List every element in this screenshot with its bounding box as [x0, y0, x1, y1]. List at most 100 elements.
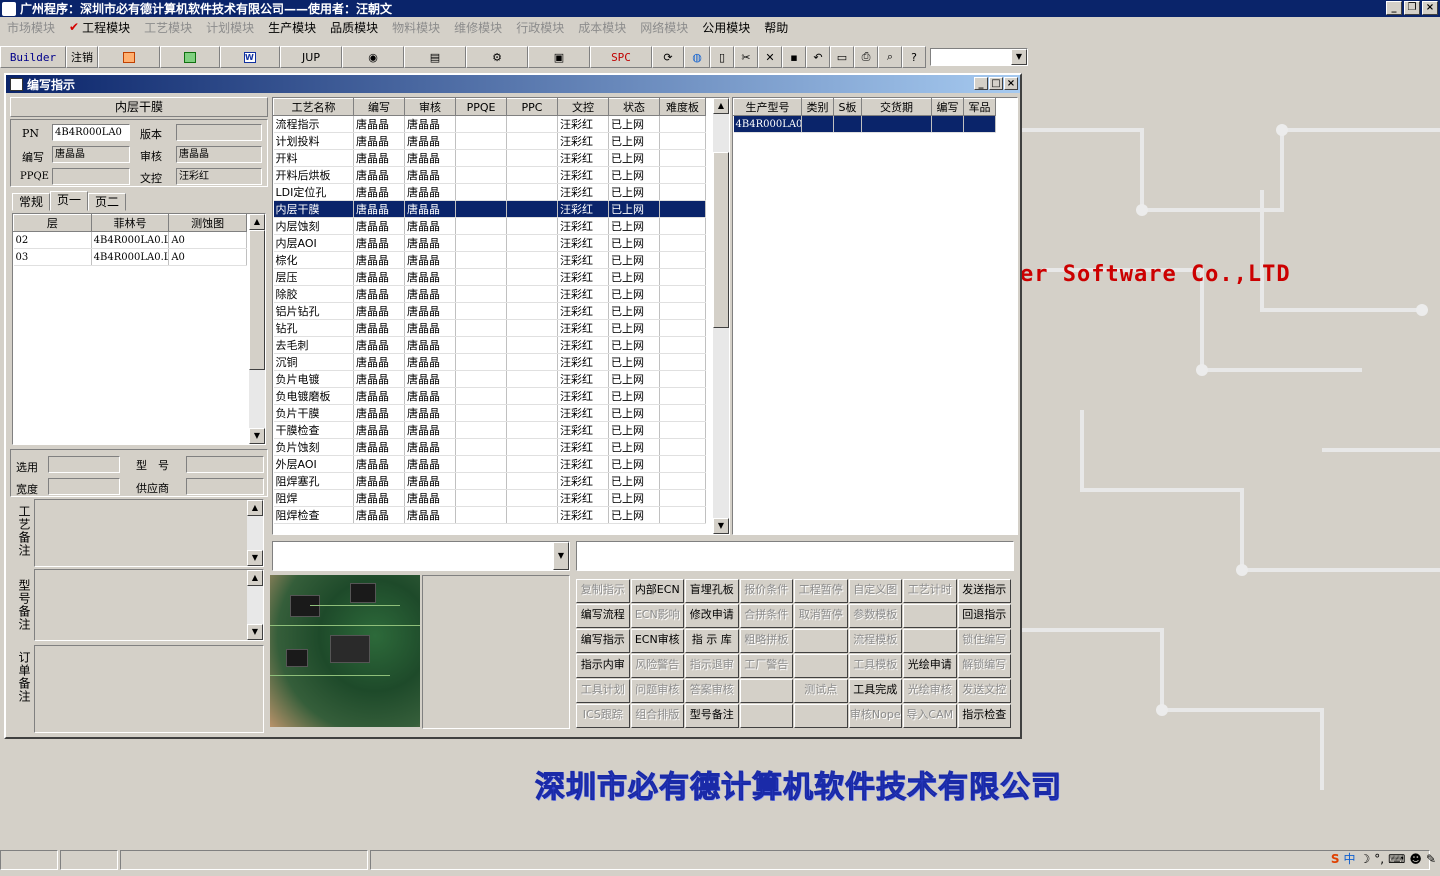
action-button[interactable]: 报价条件 [739, 579, 793, 603]
menu-item[interactable]: 行政模块 [516, 19, 564, 36]
action-button[interactable]: 自定义图 [848, 579, 902, 603]
refresh-icon[interactable]: ⟳ [652, 46, 684, 68]
spc-button[interactable]: SPC [590, 46, 652, 68]
action-button[interactable]: ECN审核 [630, 629, 684, 653]
child-maximize-button[interactable]: □ [989, 77, 1003, 90]
action-button[interactable]: 工艺计时 [903, 579, 957, 603]
action-button[interactable]: 编写指示 [576, 629, 630, 653]
action-button[interactable]: 发送文控 [957, 679, 1011, 703]
table-row[interactable]: 负片蚀刻 唐晶晶 唐晶晶 汪彩红 已上网 [273, 438, 706, 456]
supplier-field[interactable] [186, 478, 264, 495]
column-header[interactable]: 测蚀图 [168, 214, 247, 232]
column-header[interactable]: PPQE [455, 98, 507, 116]
child-close-button[interactable]: × [1004, 77, 1018, 90]
action-button[interactable]: 问题审核 [630, 679, 684, 703]
order-remark-field[interactable] [34, 645, 264, 733]
action-button[interactable]: 光绘审核 [903, 679, 957, 703]
menu-item[interactable]: 维修模块 [454, 19, 502, 36]
chevron-down-icon[interactable]: ▼ [553, 542, 569, 570]
new-doc-icon[interactable]: ▯ [710, 46, 734, 68]
action-button[interactable]: 复制指示 [576, 579, 630, 603]
layer-scrollbar[interactable]: ▲ ▼ [249, 214, 265, 444]
column-header[interactable]: 难度板 [659, 98, 706, 116]
action-button[interactable]: 修改申请 [685, 604, 739, 628]
action-button[interactable]: 工具完成 [848, 679, 902, 703]
action-button[interactable]: 粗略拼板 [739, 629, 793, 653]
menu-item[interactable]: 计划模块 [206, 19, 254, 36]
action-button[interactable]: 指示退审 [685, 654, 739, 678]
scroll-down-icon[interactable]: ▼ [247, 624, 263, 640]
network-icon[interactable]: ⚙ [466, 46, 528, 68]
action-button[interactable]: 编写流程 [576, 604, 630, 628]
save-icon[interactable]: ▪ [782, 46, 806, 68]
select-field[interactable] [48, 456, 120, 473]
version-field[interactable] [176, 124, 262, 141]
action-button[interactable]: 工具计划 [576, 679, 630, 703]
table-row[interactable]: 开料后烘板 唐晶晶 唐晶晶 汪彩红 已上网 [273, 166, 706, 184]
model-field[interactable] [186, 456, 264, 473]
action-button[interactable] [794, 629, 848, 653]
action-button[interactable]: 工程暂停 [794, 579, 848, 603]
action-button[interactable]: 取消暂停 [794, 604, 848, 628]
keyboard-icon[interactable]: ⌨ [1388, 852, 1405, 866]
column-header[interactable]: 生产型号 [733, 98, 802, 116]
print-icon[interactable]: ⎙ [854, 46, 878, 68]
remark-text-field[interactable] [576, 541, 1014, 571]
minimize-button[interactable]: _ [1386, 1, 1402, 15]
table-row[interactable]: 4B4R000LA0 [733, 115, 996, 133]
menu-item[interactable]: 物料模块 [392, 19, 440, 36]
ppqe-field[interactable] [52, 168, 130, 185]
scroll-up-icon[interactable]: ▲ [247, 570, 263, 586]
model-remark-field[interactable]: ▲ ▼ [34, 569, 264, 641]
table-row[interactable]: 钻孔 唐晶晶 唐晶晶 汪彩红 已上网 [273, 319, 706, 337]
pn-field[interactable]: 4B4R000LA0 [52, 124, 130, 141]
table-row[interactable]: 03 4B4R000LA0.L3 A0 [13, 248, 247, 266]
action-button[interactable]: 指 示 库 [685, 629, 739, 653]
layer-grid[interactable]: 层菲林号 测蚀图 02 4B4R000LA0.L2 A0 03 4B4R000LA0.L3… [12, 213, 266, 445]
scroll-down-icon[interactable]: ▼ [247, 550, 263, 566]
action-button[interactable]: 组合排版 [630, 704, 684, 728]
action-button[interactable]: 盲埋孔板 [685, 579, 739, 603]
tab-2[interactable]: 页二 [88, 193, 127, 211]
table-row[interactable]: 02 4B4R000LA0.L2 A0 [13, 231, 247, 249]
restore-button[interactable]: ❐ [1404, 1, 1420, 15]
table-row[interactable]: 干膜检查 唐晶晶 唐晶晶 汪彩红 已上网 [273, 421, 706, 439]
scroll-thumb[interactable] [713, 152, 729, 328]
editor-field[interactable]: 唐晶晶 [52, 146, 130, 163]
table-row[interactable]: 负片电镀 唐晶晶 唐晶晶 汪彩红 已上网 [273, 370, 706, 388]
table-row[interactable]: 内层干膜 唐晶晶 唐晶晶 汪彩红 已上网 [273, 200, 706, 218]
menu-item[interactable]: 帮助 [764, 19, 788, 36]
action-button[interactable]: 锁住编写 [957, 629, 1011, 653]
width-field[interactable] [48, 478, 120, 495]
table-row[interactable]: 负电镀磨板 唐晶晶 唐晶晶 汪彩红 已上网 [273, 387, 706, 405]
action-button[interactable] [739, 704, 793, 728]
word-icon[interactable]: W [220, 46, 280, 68]
column-header[interactable]: 层 [13, 214, 92, 232]
column-header[interactable]: 军品 [963, 98, 996, 116]
review-field[interactable]: 唐晶晶 [176, 146, 262, 163]
moon-icon[interactable]: ☽ [1360, 852, 1371, 866]
column-header[interactable]: PPC [506, 98, 558, 116]
table-row[interactable]: 层压 唐晶晶 唐晶晶 汪彩红 已上网 [273, 268, 706, 286]
menu-item[interactable]: 工艺模块 [144, 19, 192, 36]
action-button[interactable]: 风险警告 [630, 654, 684, 678]
table-row[interactable]: 内层蚀刻 唐晶晶 唐晶晶 汪彩红 已上网 [273, 217, 706, 235]
table-row[interactable]: 流程指示 唐晶晶 唐晶晶 汪彩红 已上网 [273, 115, 706, 133]
powerpoint-icon[interactable] [98, 46, 160, 68]
builder-button[interactable]: Builder [0, 46, 66, 68]
printer-device-icon[interactable]: ▣ [528, 46, 590, 68]
ime-lang[interactable]: 中 [1343, 850, 1355, 867]
action-button[interactable]: 指示检查 [957, 704, 1011, 728]
scroll-up-icon[interactable]: ▲ [249, 214, 265, 230]
punct-icon[interactable]: °, [1374, 852, 1384, 866]
table-row[interactable]: 计划投料 唐晶晶 唐晶晶 汪彩红 已上网 [273, 132, 706, 150]
action-button[interactable]: 工厂警告 [739, 654, 793, 678]
action-button[interactable]: 合拼条件 [739, 604, 793, 628]
table-row[interactable]: 阻焊 唐晶晶 唐晶晶 汪彩红 已上网 [273, 489, 706, 507]
action-button[interactable]: 流程模板 [848, 629, 902, 653]
process-grid[interactable]: 工艺名称 编写 审核 PPQE PPC 文控 状态 难度板 流程指示 唐晶晶 唐晶晶 汪彩红 已上网计… [272, 97, 730, 535]
action-button[interactable]: 型号备注 [685, 704, 739, 728]
column-header[interactable]: 工艺名称 [273, 98, 354, 116]
process-remark-field[interactable]: ▲ ▼ [34, 499, 264, 567]
column-header[interactable]: 交货期 [861, 98, 932, 116]
